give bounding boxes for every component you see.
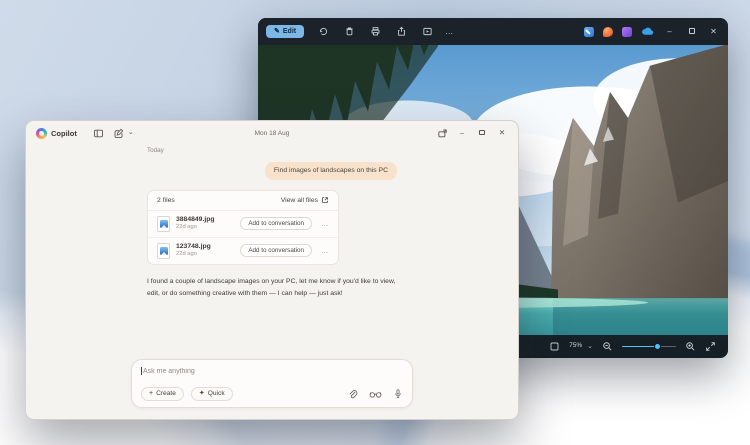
- create-button-label: Create: [156, 389, 176, 397]
- copilot-logo-icon: [36, 127, 47, 139]
- sidebar-toggle-icon[interactable]: [93, 128, 104, 139]
- create-button[interactable]: + Create: [141, 387, 184, 401]
- popout-icon[interactable]: [437, 128, 448, 139]
- chevron-down-icon[interactable]: ⌄: [128, 130, 134, 136]
- external-link-icon: [322, 197, 328, 204]
- designer-icon[interactable]: [584, 26, 594, 37]
- slideshow-icon[interactable]: [422, 26, 433, 37]
- maximize-button[interactable]: [685, 27, 698, 36]
- zoom-level-label[interactable]: 75%: [569, 343, 582, 350]
- attach-icon[interactable]: [347, 389, 358, 400]
- file-name: 3884849.jpg: [176, 215, 215, 223]
- copilot-titlebar: Copilot ⌄ Mon 18 Aug – ✕: [26, 121, 518, 145]
- zoom-in-icon[interactable]: [685, 341, 696, 352]
- new-chat-icon[interactable]: [113, 128, 124, 139]
- quick-button-label: Quick: [207, 389, 225, 397]
- print-icon[interactable]: [370, 26, 381, 37]
- more-options-icon[interactable]: …: [445, 27, 454, 36]
- chat-area: Today Find images of landscapes on this …: [131, 147, 413, 419]
- view-all-files-link[interactable]: View all files: [281, 196, 329, 204]
- clipchamp-icon[interactable]: [622, 26, 632, 37]
- today-divider: Today: [147, 147, 164, 154]
- maximize-icon: [479, 129, 485, 136]
- quick-button[interactable]: ✦ Quick: [190, 387, 233, 401]
- view-all-files-label: View all files: [280, 196, 318, 204]
- onedrive-icon[interactable]: [641, 27, 654, 36]
- close-button[interactable]: ✕: [496, 129, 508, 137]
- close-button[interactable]: ✕: [707, 27, 720, 36]
- photos-titlebar: ✎ Edit … – ✕: [258, 18, 728, 45]
- edit-button-label: Edit: [282, 28, 297, 35]
- files-count-label: 2 files: [157, 196, 175, 204]
- minimize-button[interactable]: –: [456, 129, 468, 137]
- share-icon[interactable]: [396, 26, 407, 37]
- image-file-icon: [157, 242, 170, 259]
- file-more-icon[interactable]: …: [321, 220, 329, 228]
- microphone-icon[interactable]: [393, 388, 403, 400]
- file-more-icon[interactable]: …: [321, 247, 329, 255]
- files-card: 2 files View all files 3884849.jpg 22d a…: [147, 189, 339, 265]
- file-row[interactable]: 123748.jpg 22d ago Add to conversation …: [148, 236, 338, 264]
- plugin-flame-icon[interactable]: [603, 26, 613, 37]
- chevron-down-icon[interactable]: ⌄: [587, 343, 593, 349]
- composer: + Create ✦ Quick: [131, 359, 413, 408]
- plus-icon: +: [149, 390, 154, 398]
- file-row[interactable]: 3884849.jpg 22d ago Add to conversation …: [148, 211, 338, 237]
- fullscreen-icon[interactable]: [705, 341, 716, 352]
- pen-icon: ✎: [274, 28, 280, 35]
- maximize-button[interactable]: [476, 129, 488, 137]
- zoom-slider[interactable]: [622, 342, 676, 352]
- user-message-bubble: Find images of landscapes on this PC: [264, 162, 397, 180]
- add-to-conversation-button[interactable]: Add to conversation: [240, 244, 312, 258]
- rotate-icon[interactable]: [318, 26, 329, 37]
- file-age: 22d ago: [176, 251, 197, 258]
- edit-button[interactable]: ✎ Edit: [266, 25, 305, 38]
- file-name: 123748.jpg: [176, 242, 211, 250]
- vision-glasses-icon[interactable]: [369, 389, 382, 399]
- fit-to-window-icon[interactable]: [549, 341, 560, 352]
- file-age: 22d ago: [176, 224, 197, 231]
- image-file-icon: [157, 215, 170, 232]
- text-caret: [141, 367, 142, 376]
- image-thumbnail: [159, 246, 168, 255]
- delete-icon[interactable]: [344, 26, 355, 37]
- copilot-window: Copilot ⌄ Mon 18 Aug – ✕ Today Find imag…: [25, 120, 519, 420]
- zoom-out-icon[interactable]: [602, 341, 613, 352]
- zoom-slider-thumb[interactable]: [653, 342, 661, 350]
- spark-icon: ✦: [198, 390, 205, 398]
- app-name: Copilot: [51, 128, 77, 138]
- desktop: ✎ Edit … – ✕ 75% ⌄ Copilot ⌄ Mon 18 Aug …: [0, 0, 750, 445]
- maximize-icon: [688, 27, 695, 34]
- assistant-message: I found a couple of landscape images on …: [147, 277, 396, 297]
- image-thumbnail: [159, 219, 168, 228]
- add-to-conversation-button[interactable]: Add to conversation: [240, 217, 312, 231]
- minimize-button[interactable]: –: [663, 27, 676, 36]
- zoom-slider-fill: [622, 345, 658, 348]
- ask-input[interactable]: [143, 367, 403, 375]
